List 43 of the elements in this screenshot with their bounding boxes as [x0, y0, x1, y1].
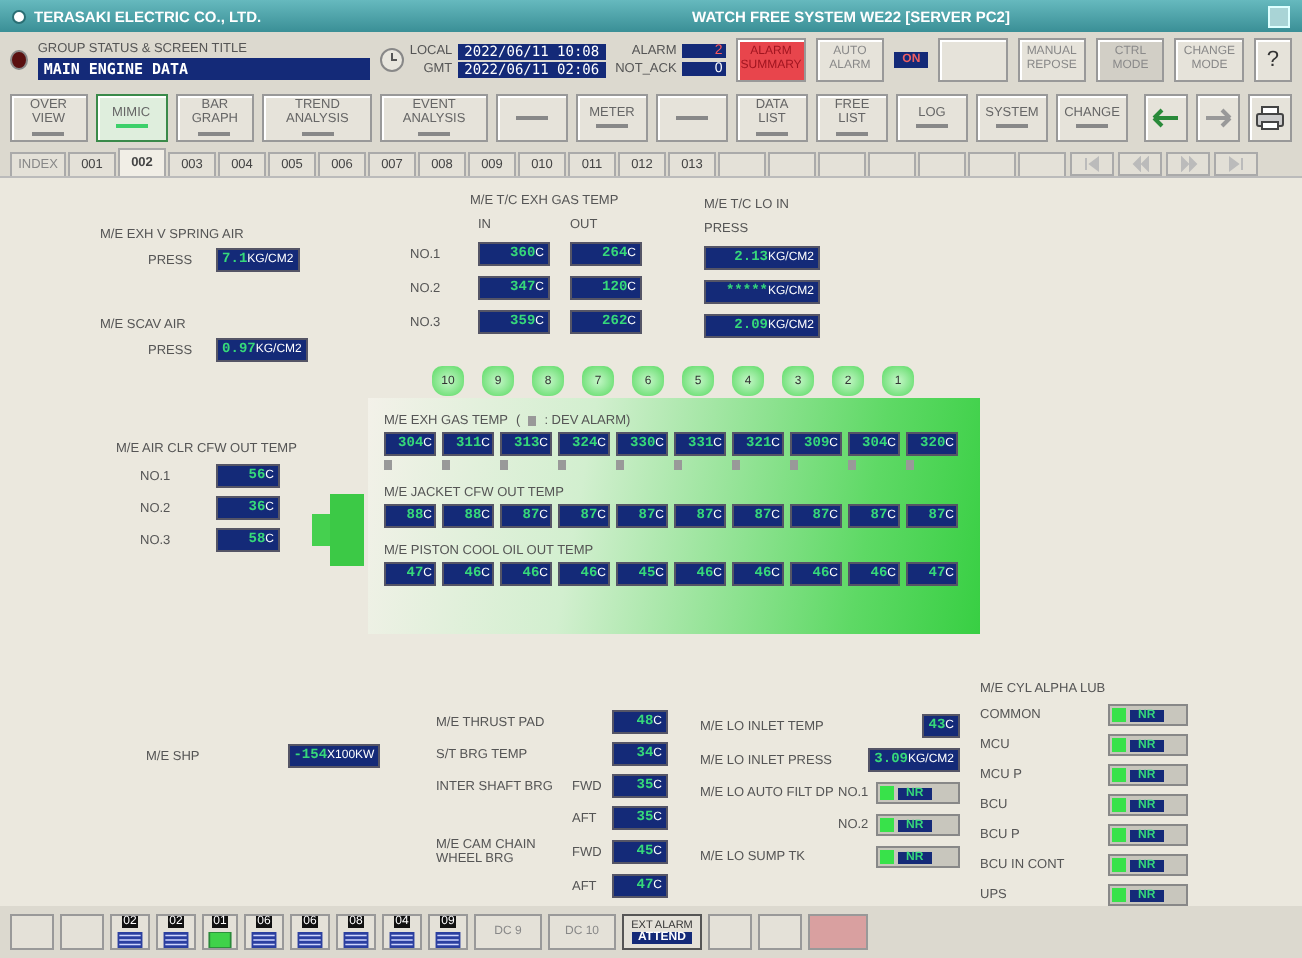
blank-tab[interactable]	[868, 152, 916, 176]
blank-tab[interactable]	[718, 152, 766, 176]
blank-tab[interactable]	[768, 152, 816, 176]
bars-icon	[342, 932, 370, 948]
blank-tab[interactable]	[818, 152, 866, 176]
blank-button[interactable]	[496, 94, 568, 142]
window-control[interactable]	[1268, 5, 1290, 27]
blank-tab[interactable]	[1018, 152, 1066, 176]
rewind-icon	[1131, 156, 1149, 172]
arrow-right-icon	[1204, 108, 1232, 128]
skip-back-icon	[1083, 156, 1101, 172]
blank-button[interactable]	[938, 38, 1008, 82]
print-button[interactable]	[1248, 94, 1292, 142]
blank-button[interactable]	[708, 914, 752, 950]
next-page-button[interactable]	[1166, 152, 1210, 176]
blank-button[interactable]	[758, 914, 802, 950]
help-button[interactable]: ?	[1253, 38, 1292, 82]
bars-icon	[250, 932, 278, 948]
previous-page-button[interactable]	[1118, 152, 1162, 176]
arrow-left-icon	[1152, 108, 1180, 128]
bars-icon	[388, 932, 416, 948]
first-page-button[interactable]	[1070, 152, 1114, 176]
exhaust-pipe-drawing	[312, 490, 364, 570]
fast-forward-icon	[1179, 156, 1197, 172]
blank-button[interactable]	[60, 914, 104, 950]
bars-icon	[296, 932, 324, 948]
last-page-button[interactable]	[1214, 152, 1258, 176]
bars-icon	[434, 932, 462, 948]
alert-button[interactable]	[808, 914, 868, 950]
lamp-icon	[208, 932, 232, 948]
status-lamp	[10, 50, 28, 70]
printer-icon	[1256, 106, 1284, 130]
back-button[interactable]	[1144, 94, 1188, 142]
bars-icon	[162, 932, 190, 948]
clock-icon	[379, 48, 404, 72]
logo-icon	[12, 9, 26, 23]
blank-tab[interactable]	[968, 152, 1016, 176]
bars-icon	[116, 932, 144, 948]
blank-tab[interactable]	[918, 152, 966, 176]
skip-forward-icon	[1227, 156, 1245, 172]
blank-button[interactable]	[10, 914, 54, 950]
dev-alarm-legend-icon	[528, 416, 537, 426]
blank-button[interactable]	[656, 94, 728, 142]
